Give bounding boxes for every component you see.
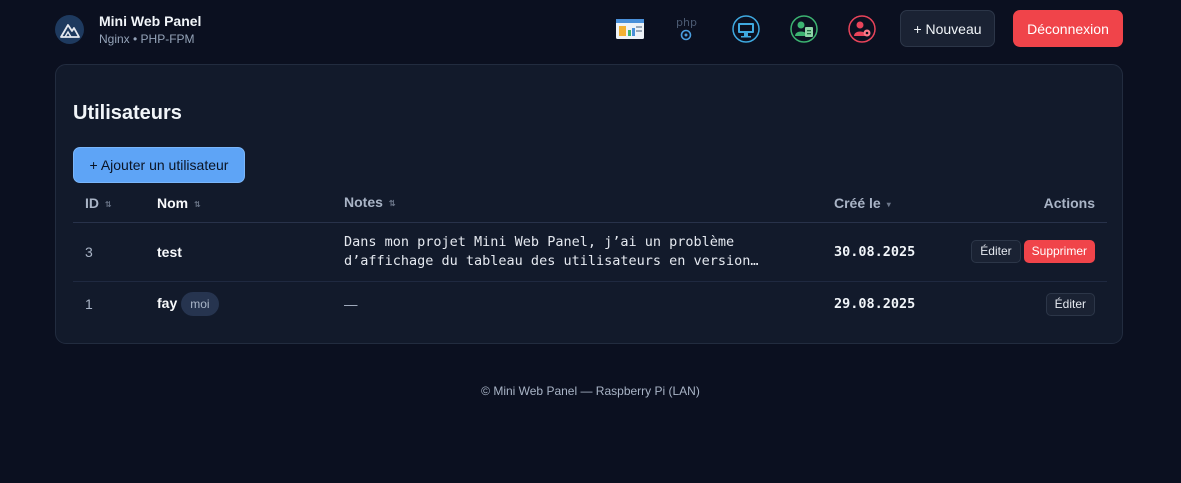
dashboard-icon[interactable] (615, 14, 645, 44)
monitor-icon[interactable] (731, 14, 761, 44)
row-notes: — (344, 296, 358, 312)
row-actions: Éditer (964, 281, 1107, 327)
new-button[interactable]: + Nouveau (900, 10, 995, 47)
brand-title: Mini Web Panel (99, 13, 202, 29)
users-card: Utilisateurs + Ajouter un utilisateur ID… (55, 64, 1123, 344)
mountain-logo-icon (55, 15, 84, 44)
row-id: 1 (85, 296, 93, 313)
sort-icon: ⇅ (388, 199, 396, 209)
row-cree-le: 29.08.2025 (834, 296, 916, 313)
row-notes: Dans mon projet Mini Web Panel, j’ai un … (344, 222, 834, 282)
top-bar: Mini Web Panel Nginx • PHP-FPM php + Nou… (0, 0, 1181, 58)
edit-button[interactable]: Éditer (1045, 292, 1095, 316)
user-list-icon[interactable] (789, 14, 819, 44)
table-row: 3 test Dans mon projet Mini Web Panel, j… (73, 222, 1107, 282)
brand-subtitle: Nginx • PHP-FPM (99, 32, 195, 46)
user-settings-icon[interactable] (847, 14, 877, 44)
sort-icon: ⇅ (194, 200, 201, 210)
sort-desc-icon: ▾ (886, 200, 891, 210)
php-settings-icon[interactable]: php (673, 14, 703, 44)
row-id: 3 (73, 222, 157, 282)
table-header-row: ID ⇅ Nom ⇅ Notes ⇅ Créé le ▾ Actions (73, 185, 1107, 223)
add-user-button[interactable]: + Ajouter un utilisateur (73, 147, 245, 183)
table-row: 1 fay moi — 29.08.2025 Éditer (73, 281, 1107, 327)
row-actions: Éditer Supprimer (964, 222, 1107, 282)
row-nom: fay moi (157, 281, 344, 327)
column-header-actions: Actions (964, 185, 1107, 223)
page-title: Utilisateurs (73, 102, 182, 124)
row-cree-le: 30.08.2025 (834, 222, 964, 282)
current-user-badge: moi (181, 292, 219, 317)
sort-icon: ⇅ (105, 200, 112, 210)
delete-button[interactable]: Supprimer (1023, 240, 1095, 263)
svg-text:php: php (676, 16, 697, 29)
logout-button[interactable]: Déconnexion (1013, 10, 1123, 47)
column-header-cree-le[interactable]: Créé le ▾ (834, 185, 964, 223)
column-header-id[interactable]: ID ⇅ (73, 185, 157, 223)
footer: © Mini Web Panel — Raspberry Pi (LAN) (481, 384, 700, 398)
edit-button[interactable]: Éditer (971, 240, 1021, 263)
column-header-notes[interactable]: Notes ⇅ (344, 185, 834, 223)
column-header-nom[interactable]: Nom ⇅ (157, 185, 344, 223)
row-nom: test (157, 222, 344, 282)
users-table: ID ⇅ Nom ⇅ Notes ⇅ Créé le ▾ Actions 3 test … (73, 185, 1107, 327)
brand[interactable]: Mini Web Panel Nginx • PHP-FPM (55, 13, 201, 46)
